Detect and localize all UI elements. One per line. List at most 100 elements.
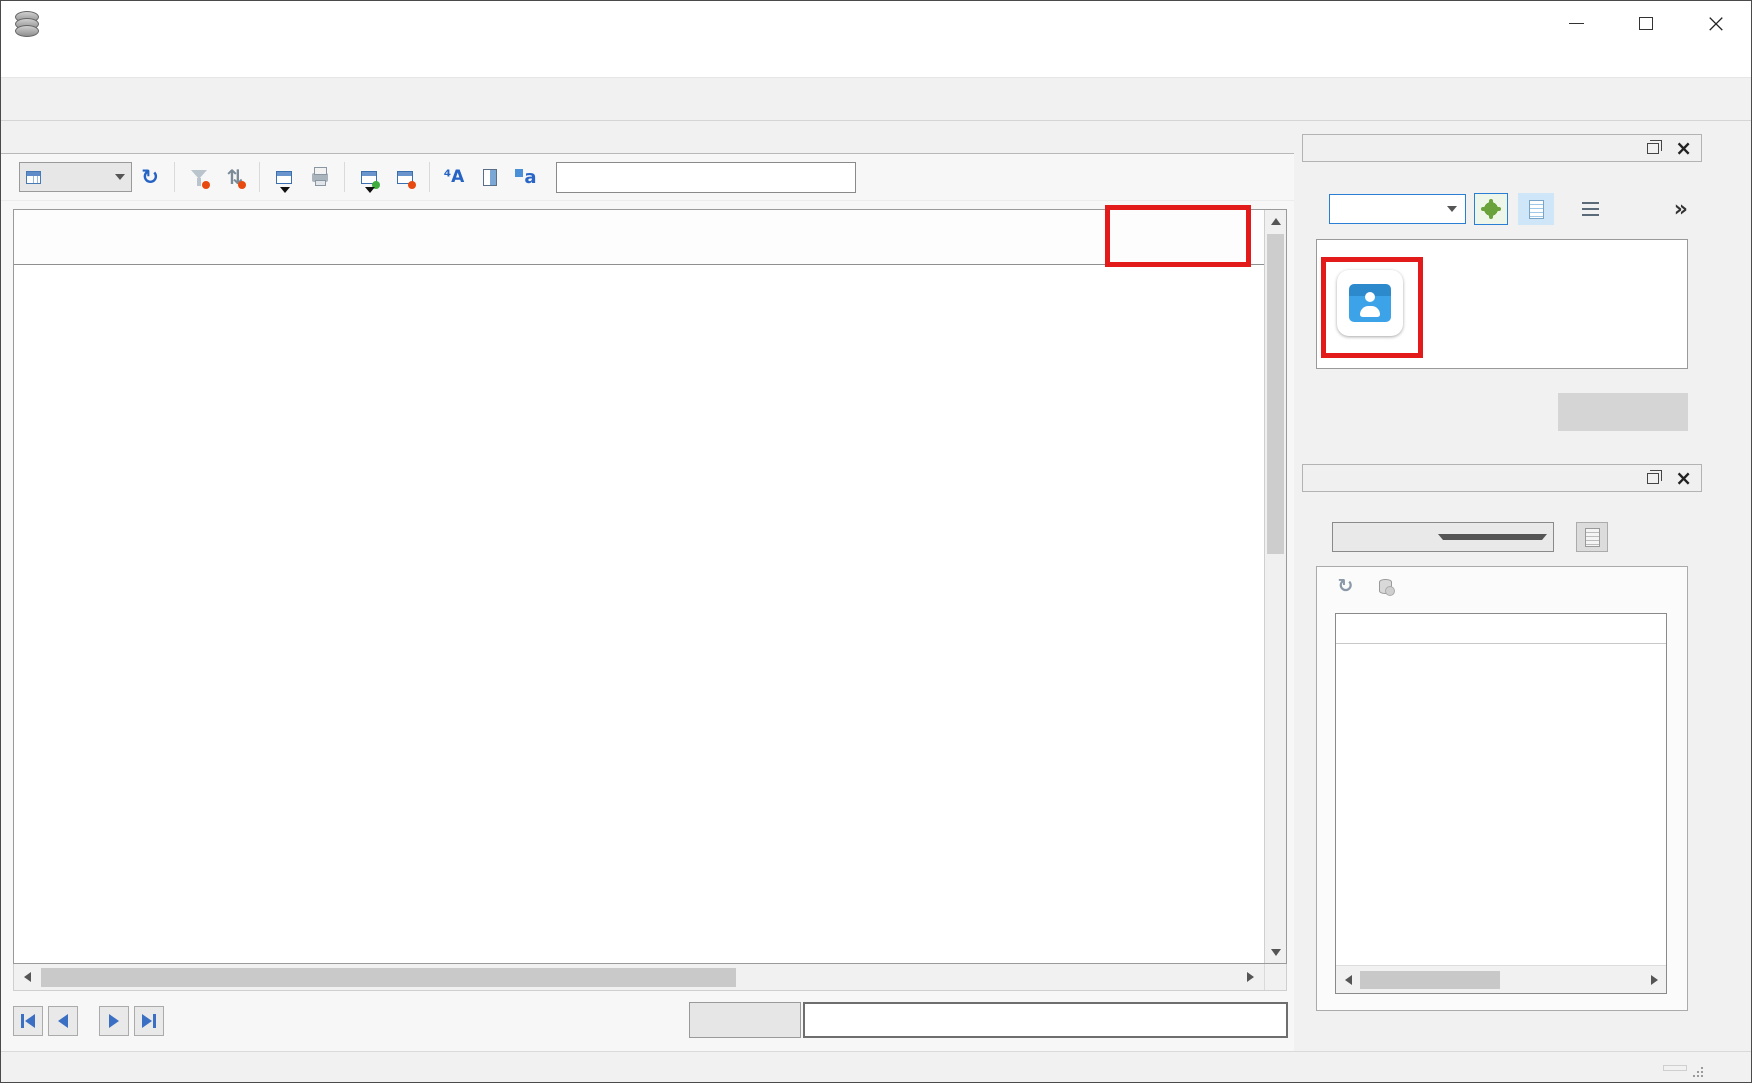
- book-icon: [483, 169, 497, 186]
- maximize-button[interactable]: [1611, 1, 1681, 46]
- identity-settings-button[interactable]: [1576, 522, 1608, 552]
- dropdown-arrow-icon: [280, 187, 290, 193]
- scroll-left-button[interactable]: [1336, 966, 1360, 993]
- data-grid: [13, 209, 1287, 964]
- contacts-app-icon: [1349, 284, 1391, 322]
- edit-database-cell-panel: × »: [1302, 134, 1702, 438]
- chevron-down-icon: [115, 174, 125, 180]
- app-database-icon: [15, 11, 39, 37]
- separator: [259, 162, 260, 192]
- separator: [344, 162, 345, 192]
- chevron-down-icon: [1438, 534, 1547, 540]
- minimize-button[interactable]: [1541, 1, 1611, 46]
- dock-tab-bar: [1302, 1011, 1702, 1051]
- mode-select[interactable]: [1329, 194, 1466, 224]
- browse-toolbar: ↻ ⇅ ⁴A a: [1, 154, 1294, 201]
- scroll-down-button[interactable]: [1265, 941, 1286, 963]
- save-filter-button[interactable]: ⇅: [222, 162, 248, 192]
- status-bar: [1, 1051, 1751, 1083]
- minimize-icon: [1569, 23, 1584, 24]
- resize-grip-icon[interactable]: [1693, 1065, 1705, 1077]
- vertical-scrollbar-thumb[interactable]: [1267, 234, 1284, 554]
- print-button[interactable]: [307, 162, 333, 192]
- identity-select[interactable]: [1332, 522, 1554, 552]
- save-table-button[interactable]: [271, 162, 297, 192]
- scroll-right-button[interactable]: [1237, 964, 1264, 990]
- remote-database-list: [1335, 613, 1667, 994]
- table-icon: [26, 171, 41, 184]
- goto-button[interactable]: [689, 1002, 801, 1038]
- separator: [429, 162, 430, 192]
- chevron-double-right-icon[interactable]: »: [1674, 197, 1688, 222]
- remote-tab-content: ↻: [1316, 566, 1688, 1011]
- remote-list-body: [1336, 644, 1666, 965]
- maximize-icon: [1639, 17, 1653, 30]
- refresh-button[interactable]: ↻: [137, 162, 163, 192]
- remote-panel: × ↻: [1302, 464, 1702, 1011]
- filter-any-column-input[interactable]: [556, 162, 856, 193]
- font-button[interactable]: ⁴A: [441, 162, 467, 192]
- arrow-left-icon: [1345, 975, 1352, 985]
- right-dock: × »: [1294, 121, 1751, 1051]
- notebook-button[interactable]: [477, 162, 503, 192]
- word-wrap-icon[interactable]: [1582, 202, 1599, 216]
- horizontal-scrollbar[interactable]: [13, 964, 1287, 991]
- encoding-button[interactable]: a: [513, 162, 539, 192]
- insert-record-button[interactable]: [356, 162, 382, 192]
- refresh-icon: ↻: [141, 165, 159, 189]
- app-icon-tile: [1337, 270, 1403, 336]
- document-icon: [1529, 200, 1544, 219]
- close-panel-icon[interactable]: ×: [1675, 138, 1692, 158]
- print-icon: [312, 173, 328, 182]
- table-select[interactable]: [19, 162, 132, 192]
- first-record-icon: [25, 1014, 35, 1028]
- dropdown-arrow-icon: [365, 187, 375, 193]
- grid-filter-row: [14, 265, 1264, 298]
- arrow-right-icon: [1651, 975, 1658, 985]
- delete-record-button[interactable]: [392, 162, 418, 192]
- scroll-up-button[interactable]: [1265, 210, 1286, 232]
- remote-panel-titlebar: ×: [1302, 464, 1702, 492]
- goto-record-input[interactable]: [803, 1002, 1288, 1038]
- arrow-down-icon: [1271, 949, 1281, 956]
- auto-detect-button[interactable]: [1474, 193, 1508, 225]
- main-toolbar: [1, 77, 1751, 121]
- scroll-right-button[interactable]: [1642, 966, 1666, 993]
- close-button[interactable]: ×: [1681, 1, 1751, 46]
- horizontal-scrollbar-thumb[interactable]: [41, 968, 736, 987]
- float-panel-icon[interactable]: [1647, 473, 1659, 484]
- text-mode-button[interactable]: [1518, 193, 1554, 225]
- gear-icon: [1483, 201, 1499, 217]
- scroll-left-button[interactable]: [14, 964, 41, 990]
- previous-record-icon: [58, 1014, 68, 1028]
- last-record-icon: [142, 1014, 152, 1028]
- arrow-up-icon: [1271, 218, 1281, 225]
- list-horizontal-scrollbar[interactable]: [1336, 965, 1666, 993]
- database-upload-icon[interactable]: [1379, 579, 1392, 594]
- vertical-scrollbar[interactable]: [1264, 210, 1286, 963]
- mode-row: »: [1316, 193, 1688, 225]
- separator: [174, 162, 175, 192]
- encoding-icon: a: [515, 167, 536, 188]
- scrollbar-thumb[interactable]: [1360, 971, 1500, 989]
- next-record-icon: [109, 1014, 119, 1028]
- save-table-icon: [276, 171, 292, 184]
- float-panel-icon[interactable]: [1647, 143, 1659, 154]
- document-icon: [1585, 528, 1600, 547]
- close-panel-icon[interactable]: ×: [1675, 468, 1692, 488]
- clear-filters-button[interactable]: [186, 162, 212, 192]
- first-record-button[interactable]: [13, 1006, 43, 1036]
- next-record-button[interactable]: [99, 1006, 129, 1036]
- chevron-down-icon: [1447, 206, 1457, 212]
- title-bar: ×: [1, 1, 1751, 46]
- previous-record-button[interactable]: [48, 1006, 78, 1036]
- encoding-status[interactable]: [1663, 1065, 1687, 1071]
- edit-cell-panel-titlebar: ×: [1302, 134, 1702, 162]
- arrow-left-icon: [24, 972, 31, 982]
- refresh-icon[interactable]: ↻: [1337, 575, 1353, 597]
- record-navigation-bar: [1, 991, 1294, 1051]
- main-tab-bar: [1, 121, 1294, 154]
- last-record-button[interactable]: [134, 1006, 164, 1036]
- apply-button[interactable]: [1558, 393, 1688, 431]
- clear-filter-icon: [191, 170, 207, 179]
